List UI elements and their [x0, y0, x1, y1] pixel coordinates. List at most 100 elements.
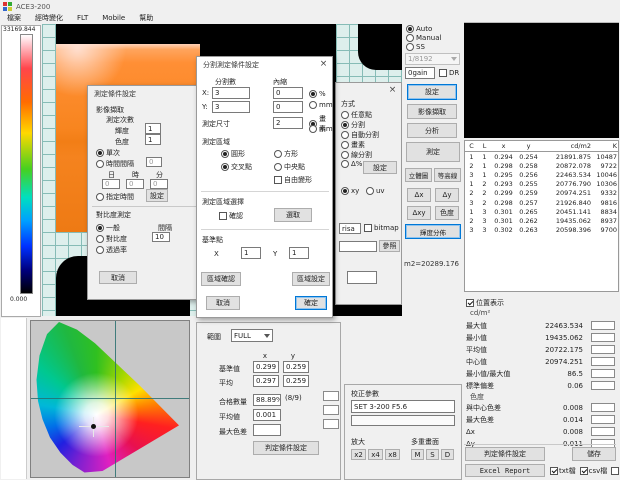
menu-item[interactable]: Mobile — [95, 13, 132, 24]
method-option-4[interactable]: 畫素 — [341, 140, 365, 150]
center-radio[interactable]: 中央點 — [274, 162, 305, 172]
split-measure-dialog[interactable]: 分割測定條件設定 × 分割數 內縮 X: 3 0 Y: 3 0 % mm 測定尺… — [196, 56, 333, 318]
contour-button[interactable]: 等高線 — [434, 168, 461, 182]
method-option-6[interactable]: Δ% — [341, 160, 362, 168]
results-table[interactable]: CLxycd/m2K110.2940.25421891.87510487210.… — [464, 140, 619, 292]
zoom-button-x8[interactable]: x8 — [385, 449, 400, 460]
specified-time-radio[interactable]: 指定時間 — [96, 192, 134, 202]
exposure-radio-auto[interactable]: Auto — [406, 25, 462, 33]
chromaticity-diagram[interactable] — [30, 320, 190, 478]
multi-button-S[interactable]: S — [426, 449, 439, 460]
lum-dist-button[interactable]: 輝度分佈 — [405, 224, 461, 239]
single-radio[interactable]: 單次 — [96, 148, 120, 158]
area-set-button[interactable]: 區域設定 — [292, 272, 330, 286]
time-set-button[interactable]: 設定 — [146, 189, 168, 202]
split-cancel-button[interactable]: 取消 — [206, 296, 240, 310]
method-option-1[interactable]: 任意點 — [341, 110, 372, 120]
mm-radio[interactable]: mm — [309, 101, 333, 109]
square-radio[interactable]: 方形 — [274, 149, 298, 159]
gap-field[interactable]: 10 — [152, 232, 170, 242]
browse-button[interactable]: 參照 — [379, 240, 400, 252]
y-inner-field[interactable]: 0 — [273, 101, 303, 113]
trans-radio[interactable]: 透過率 — [96, 245, 127, 255]
menu-item[interactable]: FLT — [70, 13, 95, 24]
min-field[interactable]: 0 — [150, 179, 168, 189]
multi-button-D[interactable]: D — [441, 449, 454, 460]
pick-button[interactable]: 選取 — [274, 208, 312, 222]
interval-field[interactable]: 0 — [146, 157, 162, 167]
mm2-radio[interactable]: mm — [309, 125, 333, 133]
zoom-button-x2[interactable]: x2 — [351, 449, 366, 460]
menu-item[interactable]: 幫助 — [132, 13, 160, 24]
point-marker[interactable] — [79, 417, 109, 437]
avg-x-field[interactable]: 0.297 — [253, 375, 279, 387]
position-display-checkbox[interactable]: 位置表示 — [466, 298, 504, 308]
pct-radio[interactable]: % — [309, 90, 326, 98]
xy-radio[interactable]: xy — [341, 187, 359, 195]
judge-settings-button[interactable]: 判定條件設定 — [465, 447, 545, 461]
contrast-radio[interactable]: 對比度 — [96, 234, 127, 244]
excel-report-button[interactable]: Excel Report — [465, 464, 545, 477]
size-field[interactable]: 2 — [273, 117, 303, 129]
secondary-image-view[interactable] — [464, 22, 619, 138]
ref-y-field[interactable]: 0.259 — [283, 361, 309, 373]
method-option-2[interactable]: 分割 — [341, 120, 365, 130]
x-div-field[interactable]: 3 — [212, 87, 250, 99]
zoom-button-x4[interactable]: x4 — [368, 449, 383, 460]
table-row[interactable]: 220.2990.25920974.2519332 — [465, 189, 618, 198]
base-y-field[interactable]: 1 — [289, 247, 309, 259]
fragment-field[interactable]: risa — [339, 223, 361, 234]
path-field[interactable] — [339, 241, 377, 252]
table-row[interactable]: 330.3020.26320598.3969700 — [465, 226, 618, 235]
chroma-count-field[interactable]: 1 — [145, 134, 161, 145]
lum-count-field[interactable]: 1 — [145, 123, 161, 134]
interval-radio[interactable]: 時間間隔 — [96, 159, 134, 169]
split-ok-button[interactable]: 確定 — [295, 296, 327, 310]
color-button[interactable]: 色度 — [435, 206, 459, 220]
confirm-checkbox[interactable]: 確認 — [219, 211, 243, 221]
method-option-5[interactable]: 線分割 — [341, 150, 372, 160]
y-div-field[interactable]: 3 — [212, 101, 250, 113]
table-row[interactable]: 210.2980.25820872.0789722 — [465, 161, 618, 170]
multi-button-M[interactable]: M — [411, 449, 424, 460]
table-row[interactable]: 310.2950.25622463.53410046 — [465, 170, 618, 179]
save-button[interactable]: 儲存 — [572, 447, 616, 461]
free-shape-checkbox[interactable]: 自由變形 — [274, 175, 312, 185]
table-row[interactable]: 230.3010.26219435.0628937 — [465, 216, 618, 225]
general-radio[interactable]: 一般 — [96, 223, 120, 233]
menu-item[interactable]: 檔案 — [0, 13, 28, 24]
range-dropdown[interactable]: FULL — [231, 329, 273, 342]
calib-value-field[interactable]: SET 3-200 F5.6 — [351, 400, 455, 413]
shutter-dropdown[interactable]: 1/8192 — [405, 53, 460, 65]
file-checkbox-影像檔[interactable]: 影像檔 — [611, 466, 620, 476]
file-checkbox-txt檔[interactable]: txt檔 — [550, 466, 576, 476]
graph3d-button[interactable]: 立體圖 — [405, 168, 432, 182]
calib-value-field-2[interactable] — [351, 415, 455, 426]
cond-cancel-button[interactable]: 取消 — [99, 271, 137, 284]
delta-y-button[interactable]: Δy — [435, 188, 459, 202]
uv-radio[interactable]: uv — [366, 187, 385, 195]
table-row[interactable]: 320.2980.25721926.8409816 — [465, 198, 618, 207]
ref-x-field[interactable]: 0.299 — [253, 361, 279, 373]
delta-xy-button[interactable]: Δxy — [407, 206, 431, 220]
hour-field[interactable]: 0 — [126, 179, 144, 189]
cross-radio[interactable]: 交叉點 — [221, 162, 252, 172]
method-option-3[interactable]: 自動分割 — [341, 130, 379, 140]
x-inner-field[interactable]: 0 — [273, 87, 303, 99]
analyze-button[interactable]: 分析 — [407, 123, 457, 138]
bitmap-checkbox[interactable]: bitmap — [364, 224, 399, 232]
set-button[interactable]: 設定 — [407, 84, 457, 100]
base-x-field[interactable]: 1 — [241, 247, 261, 259]
method-set-button[interactable]: 設定 — [363, 161, 397, 174]
avg-y-field[interactable]: 0.259 — [283, 375, 309, 387]
table-row[interactable]: 120.2930.25520776.79010306 — [465, 180, 618, 189]
day-field[interactable]: 0 — [102, 179, 120, 189]
dr-checkbox[interactable]: DR — [439, 69, 459, 77]
circle-radio[interactable]: 圓形 — [221, 149, 245, 159]
close-icon[interactable]: × — [317, 58, 330, 70]
table-row[interactable]: 110.2940.25421891.87510487 — [465, 152, 618, 162]
file-checkbox-csv檔[interactable]: csv檔 — [580, 466, 608, 476]
area-confirm-button[interactable]: 區域確認 — [201, 272, 241, 286]
capture-button[interactable]: 影像擷取 — [407, 104, 457, 119]
table-row[interactable]: 130.3010.26520451.1418834 — [465, 207, 618, 216]
